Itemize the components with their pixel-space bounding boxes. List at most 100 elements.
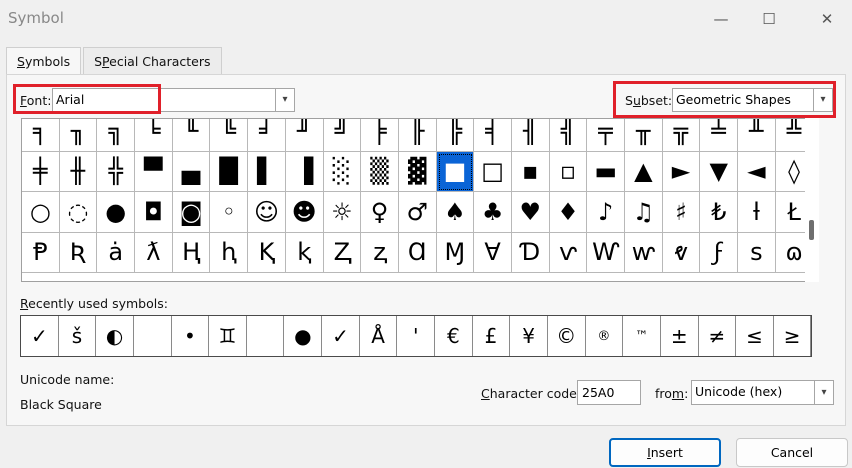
recent-symbol-cell[interactable]: ◐ [96,316,134,356]
symbol-cell[interactable]: ♥ [511,192,550,233]
symbol-cell[interactable]: ♠ [436,192,475,233]
recent-symbol-cell[interactable]: ● [284,316,323,356]
symbol-cell[interactable]: ▼ [700,151,739,192]
symbol-cell[interactable]: ╠ [436,119,475,152]
recent-symbol-cell[interactable]: ✓ [21,316,59,356]
symbol-cell[interactable]: ◘ [135,192,173,233]
recent-symbol-cell[interactable]: £ [473,316,511,356]
symbol-cell[interactable]: ƛ [135,232,173,273]
symbol-cell[interactable]: Ⱬ [323,232,362,273]
symbol-cell[interactable]: ♫ [625,192,663,233]
symbol-cell[interactable]: Ɐ [474,232,512,273]
symbol-cell[interactable]: █ [210,151,249,192]
font-select[interactable]: Arial ▾ [52,88,295,112]
symbol-cell[interactable]: ȧ [97,232,136,273]
symbol-cell[interactable]: ■ [436,151,475,192]
symbol-cell[interactable]: ╨ [738,119,776,152]
symbol-cell[interactable]: ▪ [511,151,550,192]
symbol-cell[interactable]: ☺ [248,192,286,233]
symbol-cell[interactable]: Ᵽ [22,232,60,273]
recent-symbol-cell[interactable]: ♊ [209,316,247,356]
symbol-cell[interactable]: ╡ [474,119,512,152]
chevron-down-icon[interactable]: ▾ [275,89,294,111]
insert-button[interactable]: Insert [609,438,721,467]
symbol-cell[interactable]: ☻ [285,192,324,233]
symbol-cell[interactable]: ░ [323,151,362,192]
symbol-cell[interactable]: ♪ [587,192,625,233]
symbol-cell[interactable]: ▐ [285,151,324,192]
symbol-cell[interactable]: ╘ [135,119,173,152]
cancel-button[interactable]: Cancel [736,438,848,467]
symbol-cell[interactable]: ╧ [700,119,739,152]
symbol-cell[interactable]: ▓ [398,151,437,192]
recent-symbol-cell[interactable]: Å [360,316,398,356]
character-code-input[interactable]: 25A0 [577,380,641,405]
recent-symbol-cell[interactable]: ™ [623,316,661,356]
symbol-cell[interactable]: ◦ [210,192,249,233]
symbol-cell[interactable]: ꜱ [738,232,776,273]
symbol-cell[interactable]: Ʀ [59,232,98,273]
symbol-cell[interactable]: Ɑ [398,232,437,273]
recent-symbol-cell[interactable]: ® [586,316,624,356]
tab-special-characters[interactable]: SPecial Characters [83,47,222,75]
recent-symbol-cell[interactable]: š [59,316,97,356]
recent-symbol-cell[interactable]: ≠ [699,316,737,356]
symbol-cell[interactable]: ▄ [172,151,211,192]
recent-symbol-cell[interactable]: € [435,316,473,356]
minimize-button[interactable]: — [704,6,738,32]
tab-symbols[interactable]: Symbols [6,47,82,76]
recent-symbol-cell[interactable]: © [548,316,586,356]
subset-select[interactable]: Geometric Shapes ▾ [672,88,833,112]
symbol-cell[interactable]: ♀ [361,192,399,233]
symbol-cell[interactable]: Ɱ [436,232,475,273]
symbol-cell[interactable]: Ⱳ [587,232,625,273]
symbol-cell[interactable]: ▲ [625,151,663,192]
symbol-cell[interactable]: ▫ [549,151,588,192]
symbol-cell[interactable]: ╗ [97,119,136,152]
symbol-cell[interactable]: ╦ [662,119,701,152]
recent-symbol-cell[interactable]: ≥ [774,316,812,356]
symbol-cell[interactable]: ♣ [474,192,512,233]
recent-symbol-cell[interactable]: ✓ [322,316,360,356]
recent-symbol-cell[interactable]: ¥ [510,316,548,356]
symbol-cell[interactable]: ▀ [135,151,173,192]
scrollbar-thumb[interactable] [809,220,814,240]
recent-symbol-cell[interactable]: ± [661,316,699,356]
symbol-cell[interactable]: □ [474,151,512,192]
from-select[interactable]: Unicode (hex) ▾ [691,380,834,405]
symbol-cell[interactable]: ▌ [248,151,286,192]
symbol-cell[interactable]: ◄ [738,151,776,192]
symbol-cell[interactable]: ◌ [59,192,98,233]
maximize-button[interactable]: ☐ [752,6,786,32]
symbol-cell[interactable]: ╪ [22,151,60,192]
symbol-cell[interactable]: ◙ [172,192,211,233]
recent-symbol-cell[interactable] [134,316,172,356]
symbol-cell[interactable]: ϝ [700,232,739,273]
symbol-cell[interactable]: ╥ [625,119,663,152]
symbol-cell[interactable]: ╝ [323,119,362,152]
recent-symbol-cell[interactable]: • [172,316,210,356]
symbol-cell[interactable]: ▬ [587,151,625,192]
symbol-cell[interactable]: ╤ [587,119,625,152]
symbol-cell[interactable]: ╖ [59,119,98,152]
symbol-cell[interactable]: ● [97,192,136,233]
symbol-cell[interactable]: ▒ [361,151,399,192]
symbol-cell[interactable]: ⱱ [549,232,588,273]
symbol-cell[interactable]: ╙ [172,119,211,152]
symbol-cell[interactable]: ♂ [398,192,437,233]
recent-symbol-cell[interactable] [247,316,285,356]
symbol-cell[interactable]: ╫ [59,151,98,192]
symbol-cell[interactable]: ₺ [700,192,739,233]
chevron-down-icon[interactable]: ▾ [814,381,833,404]
symbol-cell[interactable]: ⱨ [210,232,249,273]
recent-symbol-cell[interactable]: ≤ [736,316,774,356]
symbol-cell[interactable]: ╬ [97,151,136,192]
symbol-cell[interactable]: ╣ [549,119,588,152]
symbol-cell[interactable]: ○ [22,192,60,233]
symbol-cell[interactable]: ╜ [285,119,324,152]
symbol-cell[interactable]: Ⱨ [172,232,211,273]
recent-symbol-cell[interactable]: ' [397,316,436,356]
symbol-cell[interactable]: ╢ [511,119,550,152]
symbol-cell[interactable]: Ɗ [511,232,550,273]
symbol-cell[interactable]: ⱬ [361,232,399,273]
